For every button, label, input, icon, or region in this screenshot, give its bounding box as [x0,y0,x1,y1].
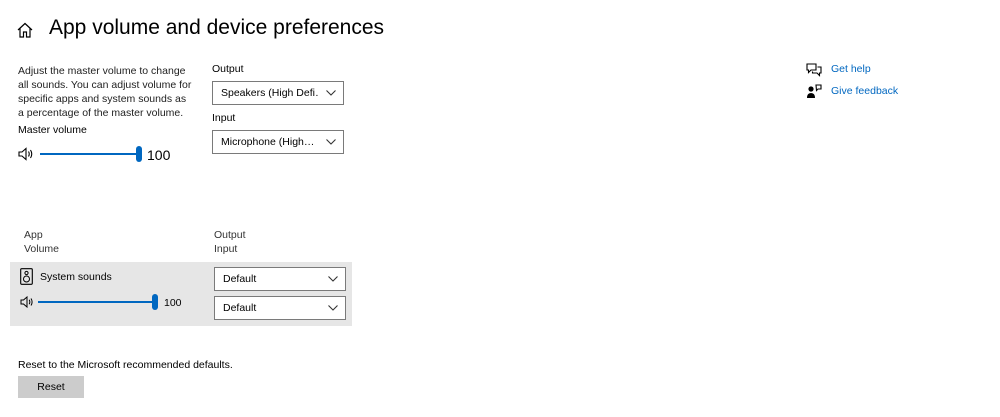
feedback-icon[interactable] [806,84,822,99]
help-chat-icon[interactable] [806,62,822,77]
page-title: App volume and device preferences [49,16,385,39]
master-volume-description: Adjust the master volume to change all s… [18,65,192,119]
chevron-down-icon [321,268,345,290]
give-feedback-link[interactable]: Give feedback [831,85,898,97]
reset-description: Reset to the Microsoft recommended defau… [18,359,233,371]
speaker-device-icon [20,268,33,285]
output-device-dropdown[interactable]: Speakers (High Defi… [212,81,344,105]
get-help-link[interactable]: Get help [831,63,871,75]
input-device-dropdown[interactable]: Microphone (High… [212,130,344,154]
app-name: System sounds [40,271,112,283]
reset-button[interactable]: Reset [18,376,84,398]
master-volume-slider[interactable] [40,153,138,155]
app-column-header: App Volume [24,229,60,255]
app-volume-thumb[interactable] [152,294,158,310]
master-volume-label: Master volume [18,124,87,136]
speaker-icon[interactable] [18,147,36,161]
output-device-value: Speakers (High Defi… [221,87,319,99]
speaker-icon[interactable] [20,296,36,308]
input-device-value: Microphone (High… [221,136,315,148]
output-label: Output [212,63,244,75]
app-volume-slider[interactable] [38,301,154,303]
input-label: Input [212,112,236,124]
app-input-value: Default [223,302,257,314]
home-icon[interactable] [16,21,34,39]
device-column-header: Output Input [214,229,246,255]
app-output-value: Default [223,273,257,285]
chevron-down-icon [319,82,343,104]
app-volume-value: 100 [164,297,182,309]
chevron-down-icon [319,131,343,153]
app-input-dropdown[interactable]: Default [214,296,346,320]
master-volume-thumb[interactable] [136,146,142,162]
chevron-down-icon [321,297,345,319]
master-volume-value: 100 [147,147,171,163]
app-output-dropdown[interactable]: Default [214,267,346,291]
